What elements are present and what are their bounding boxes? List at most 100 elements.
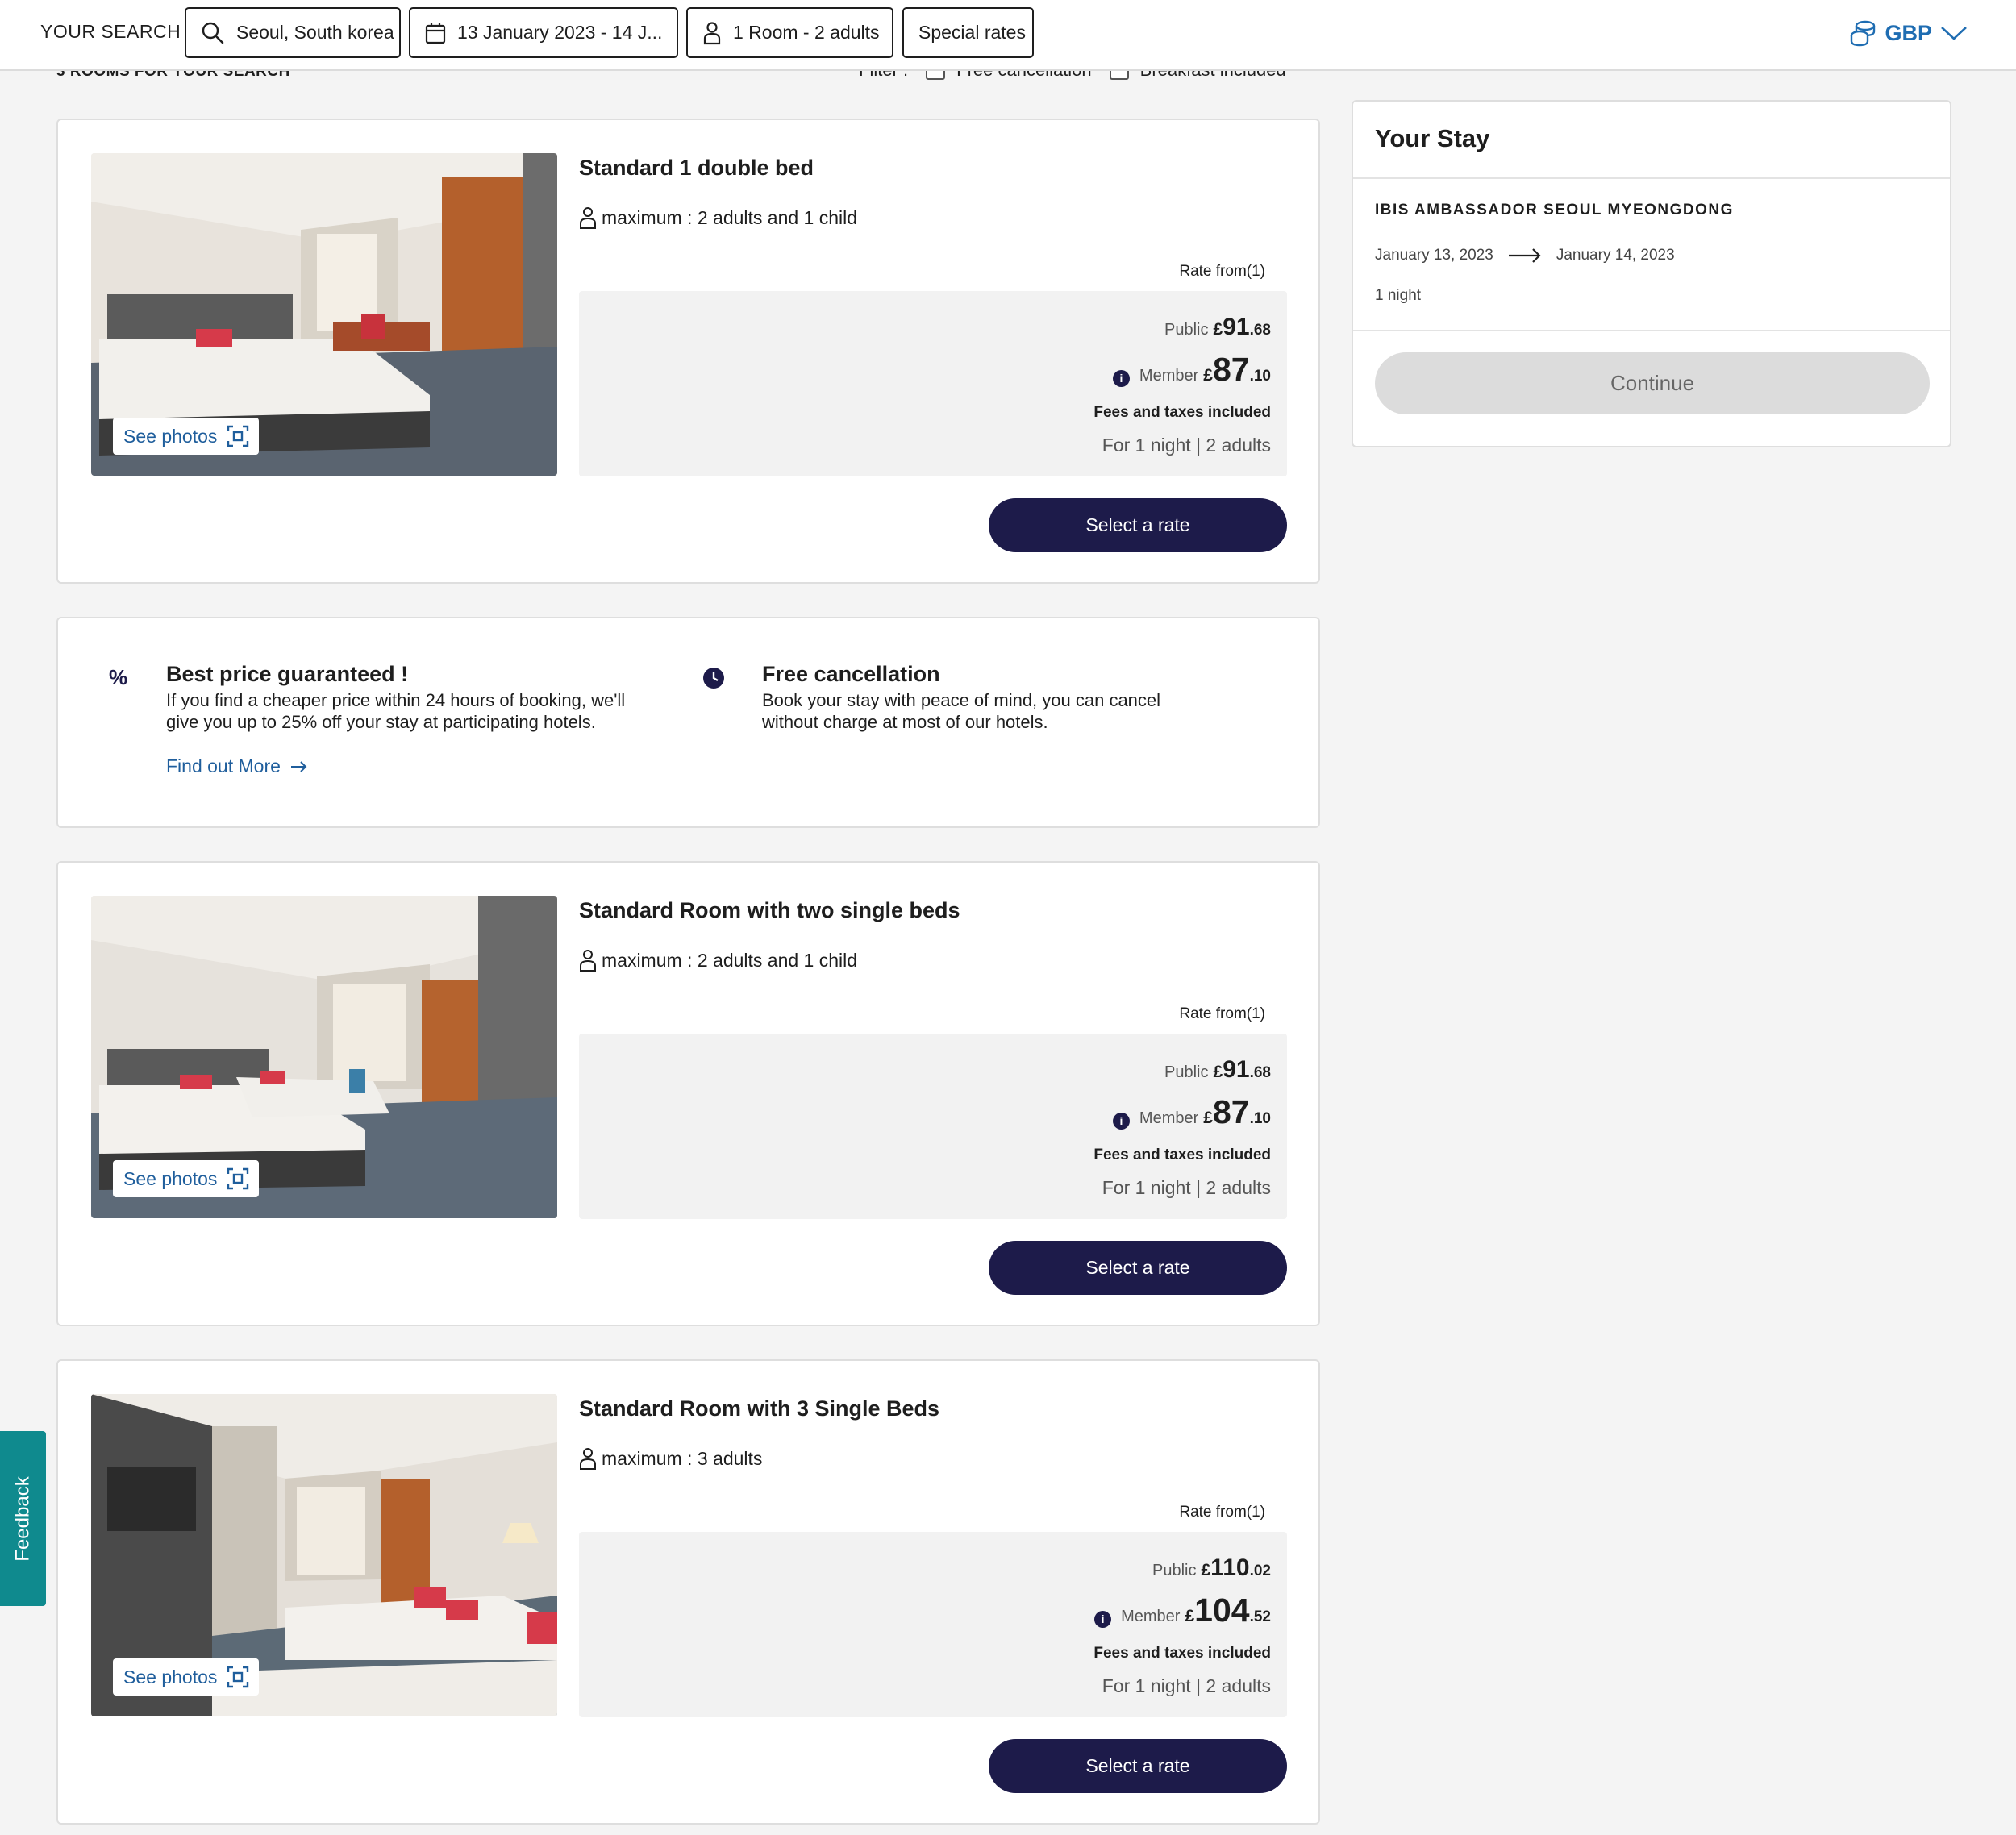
room-photo[interactable]: See photos	[91, 896, 557, 1218]
nights-count: 1 night	[1375, 287, 1422, 304]
chevron-down-icon	[1941, 27, 1967, 40]
find-out-more-link[interactable]: Find out More	[166, 755, 308, 777]
member-price: i Member £ 87 .10	[1112, 1093, 1271, 1131]
member-price: i Member £ 104 .52	[1094, 1592, 1271, 1629]
public-currency: £	[1213, 1063, 1223, 1081]
destination-value: Seoul, South korea	[236, 22, 394, 43]
person-icon	[703, 21, 721, 44]
public-currency: £	[1201, 1561, 1211, 1579]
room-occupancy: maximum : 3 adults	[579, 1447, 762, 1470]
room-occupancy: maximum : 2 adults and 1 child	[579, 949, 857, 972]
public-price: Public £ 91 .68	[1164, 1056, 1271, 1084]
room-card-two-single: See photos Standard Room with two single…	[56, 861, 1320, 1326]
free-cancellation-text: Book your stay with peace of mind, you c…	[762, 690, 1161, 732]
room-card-standard-double: See photos Standard 1 double bed maximum…	[56, 119, 1320, 584]
see-photos-button[interactable]: See photos	[113, 1658, 260, 1696]
currency-selector[interactable]: GBP	[1849, 19, 1974, 47]
rate-from-label: Rate from(1)	[1179, 1504, 1265, 1521]
gallery-icon	[227, 425, 249, 447]
arrow-right-icon	[290, 760, 307, 772]
public-price: Public £ 91 .68	[1164, 314, 1271, 341]
destination-field[interactable]: Seoul, South korea	[185, 7, 401, 58]
gallery-icon	[227, 1167, 249, 1190]
search-bar: YOUR SEARCH Seoul, South korea 13 Januar…	[0, 0, 2016, 71]
room-title: Standard 1 double bed	[579, 156, 814, 180]
your-stay-panel: Your Stay IBIS AMBASSADOR SEOUL MYEONGDO…	[1352, 100, 1951, 447]
public-currency: £	[1213, 320, 1223, 339]
member-price-int: 104	[1194, 1592, 1250, 1629]
member-price-dec: .10	[1249, 368, 1271, 385]
public-price-int: 110	[1210, 1554, 1250, 1581]
public-price-int: 91	[1223, 314, 1250, 340]
divider	[1353, 177, 1950, 179]
member-price-dec: .10	[1249, 1110, 1271, 1127]
price-box: Public £ 91 .68 i Member £ 87 .10 Fees a…	[579, 1034, 1287, 1219]
public-price-dec: .02	[1249, 1562, 1271, 1579]
see-photos-label: See photos	[123, 1666, 218, 1687]
arrow-right-icon	[1508, 248, 1541, 263]
info-icon[interactable]: i	[1094, 1610, 1112, 1628]
info-icon[interactable]: i	[1112, 1112, 1130, 1130]
select-rate-button[interactable]: Select a rate	[989, 1241, 1287, 1295]
currency-code: GBP	[1885, 20, 1932, 45]
member-label: Member	[1139, 1109, 1199, 1127]
public-label: Public	[1164, 1063, 1209, 1081]
room-occupancy: maximum : 2 adults and 1 child	[579, 206, 857, 229]
guests-value: 1 Room - 2 adults	[733, 22, 880, 43]
member-currency: £	[1203, 366, 1213, 385]
best-price-title: Best price guaranteed !	[166, 662, 409, 686]
public-label: Public	[1152, 1562, 1197, 1579]
public-price-dec: .68	[1249, 1064, 1271, 1081]
see-photos-label: See photos	[123, 425, 218, 447]
member-price: i Member £ 87 .10	[1112, 351, 1271, 389]
person-icon	[580, 207, 596, 229]
member-price-int: 87	[1212, 1093, 1250, 1130]
coins-icon	[1851, 20, 1876, 47]
see-photos-button[interactable]: See photos	[113, 418, 260, 455]
member-currency: £	[1185, 1607, 1195, 1625]
feedback-tab[interactable]: Feedback	[0, 1431, 46, 1606]
room-photo[interactable]: See photos	[91, 1394, 557, 1716]
member-price-int: 87	[1212, 351, 1250, 388]
dates-value: 13 January 2023 - 14 J...	[457, 22, 663, 43]
special-rates-label: Special rates	[918, 22, 1026, 43]
free-cancellation-title: Free cancellation	[762, 662, 940, 686]
stay-summary: For 1 night | 2 adults	[1102, 1675, 1271, 1696]
member-label: Member	[1121, 1608, 1181, 1625]
room-card-three-single: See photos Standard Room with 3 Single B…	[56, 1359, 1320, 1825]
member-price-dec: .52	[1249, 1608, 1271, 1625]
room-title: Standard Room with 3 Single Beds	[579, 1396, 940, 1421]
continue-button[interactable]: Continue	[1375, 352, 1930, 414]
clock-icon	[703, 668, 724, 689]
select-rate-button[interactable]: Select a rate	[989, 498, 1287, 552]
stay-summary: For 1 night | 2 adults	[1102, 1177, 1271, 1198]
public-label: Public	[1164, 321, 1209, 339]
room-photo[interactable]: See photos	[91, 153, 557, 476]
see-photos-button[interactable]: See photos	[113, 1160, 260, 1197]
price-box: Public £ 110 .02 i Member £ 104 .52 Fees…	[579, 1532, 1287, 1717]
search-label: YOUR SEARCH	[40, 21, 181, 42]
special-rates-button[interactable]: Special rates	[902, 7, 1034, 58]
public-price-int: 91	[1223, 1056, 1250, 1083]
person-icon	[580, 950, 596, 972]
fees-note: Fees and taxes included	[1093, 1645, 1271, 1662]
find-out-more-label: Find out More	[166, 755, 281, 776]
hotel-name: IBIS AMBASSADOR SEOUL MYEONGDONG	[1375, 202, 1734, 218]
info-icon[interactable]: i	[1112, 369, 1130, 387]
dates-field[interactable]: 13 January 2023 - 14 J...	[409, 7, 678, 58]
member-label: Member	[1139, 367, 1199, 385]
info-banner: % Best price guaranteed ! If you find a …	[56, 617, 1320, 828]
divider	[1353, 330, 1950, 331]
person-icon	[580, 1448, 596, 1470]
percent-icon: %	[109, 665, 128, 689]
search-icon	[202, 22, 224, 44]
fees-note: Fees and taxes included	[1093, 1146, 1271, 1163]
your-stay-title: Your Stay	[1375, 124, 1490, 152]
fees-note: Fees and taxes included	[1093, 404, 1271, 421]
room-title: Standard Room with two single beds	[579, 898, 960, 922]
occupancy-text: maximum : 2 adults and 1 child	[602, 206, 858, 228]
select-rate-button[interactable]: Select a rate	[989, 1739, 1287, 1793]
stay-dates: January 13, 2023 January 14, 2023	[1375, 247, 1675, 264]
guests-field[interactable]: 1 Room - 2 adults	[686, 7, 893, 58]
occupancy-text: maximum : 2 adults and 1 child	[602, 949, 858, 971]
